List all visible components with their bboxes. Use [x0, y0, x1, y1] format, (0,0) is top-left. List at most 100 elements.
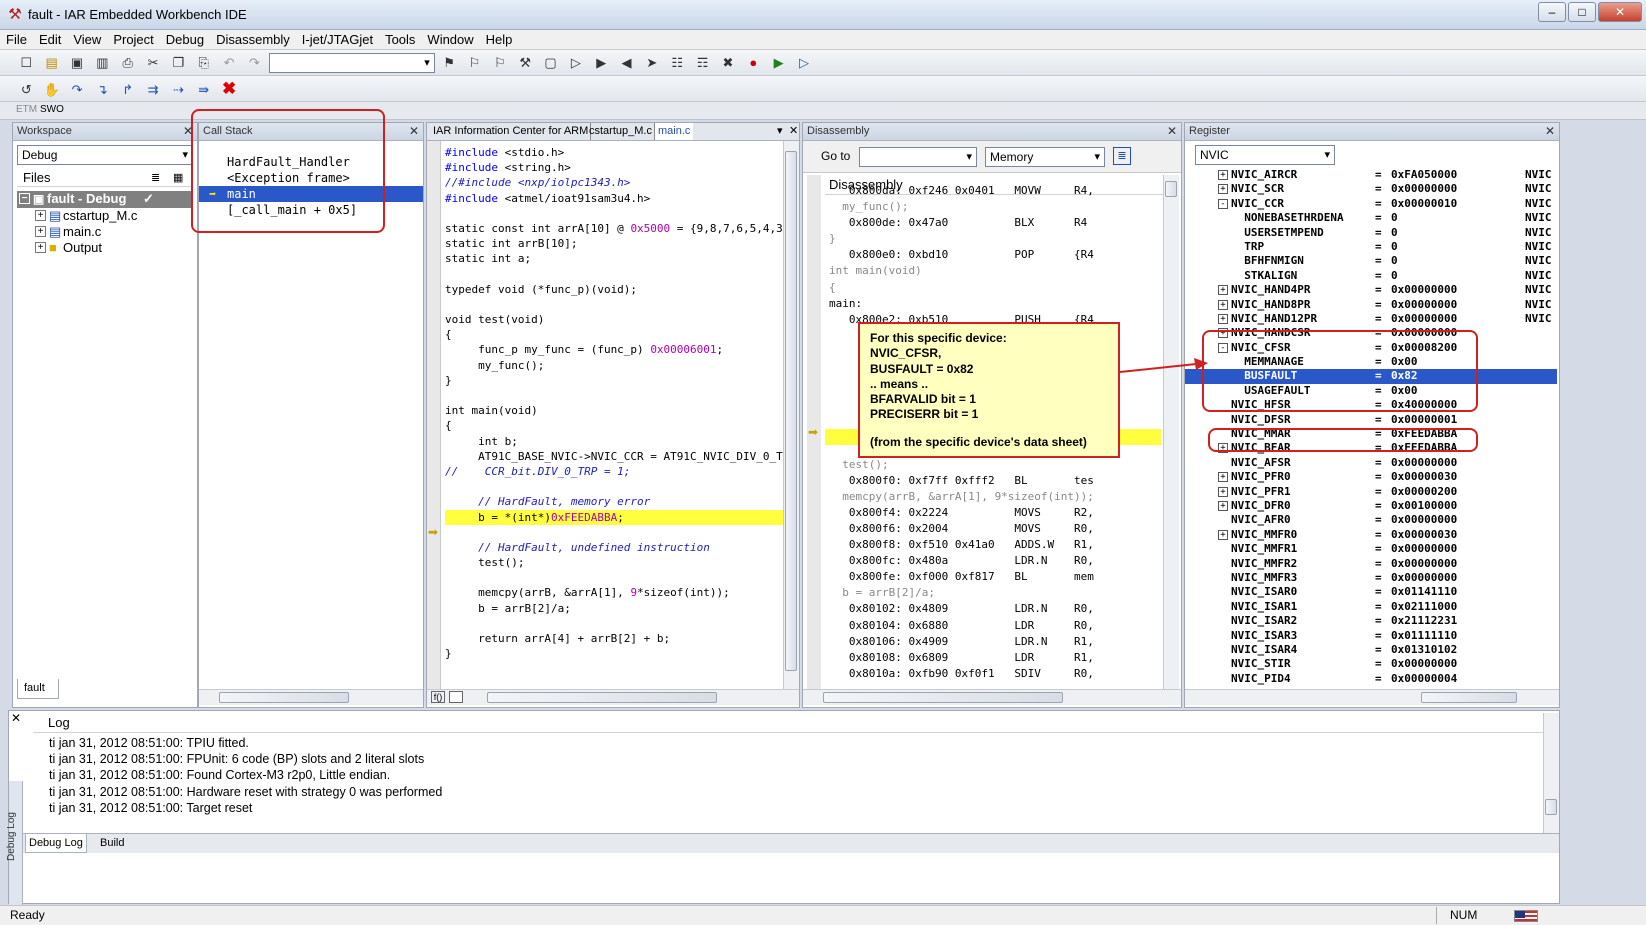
compile-icon[interactable]: ☷	[667, 53, 687, 73]
register-row[interactable]: NVIC_AFSR = 0x00000000	[1185, 456, 1557, 470]
expand-icon[interactable]: +	[1218, 170, 1228, 180]
etm-button[interactable]: ETM	[16, 104, 37, 115]
tree-item-cstartup[interactable]: + ▤ cstartup_M.c	[17, 208, 193, 224]
goto-icon[interactable]: ▢	[541, 53, 561, 73]
register-row[interactable]: NVIC_ISAR3 = 0x01111110	[1185, 629, 1557, 643]
find-prev-icon[interactable]: ⚐	[490, 53, 510, 73]
register-row[interactable]: STKALIGN = 0 NVIC	[1185, 269, 1557, 283]
register-row[interactable]: NVIC_MMFR2 = 0x00000000	[1185, 557, 1557, 571]
register-row[interactable]: + NVIC_HAND8PR = 0x00000000 NVIC	[1185, 298, 1557, 312]
stop-debug-icon[interactable]: ✖	[219, 79, 239, 99]
menu-view[interactable]: View	[67, 30, 107, 50]
horizontal-scrollbar[interactable]: f()	[427, 689, 799, 705]
function-list-icon[interactable]: f()	[431, 691, 445, 703]
register-row[interactable]: + NVIC_HAND4PR = 0x00000000 NVIC	[1185, 283, 1557, 297]
step-into-icon[interactable]: ↴	[92, 80, 112, 100]
workspace-tab-fault[interactable]: fault	[17, 679, 59, 699]
debug-no-download-icon[interactable]: ▷	[794, 53, 814, 73]
menu-edit[interactable]: Edit	[33, 30, 67, 50]
workspace-config-select[interactable]: Debug	[17, 145, 193, 165]
tab-info-center[interactable]: IAR Information Center for ARM	[431, 123, 592, 140]
stop-build-icon[interactable]: ✖	[718, 53, 738, 73]
tab-debug-log[interactable]: Debug Log	[25, 834, 87, 853]
register-row[interactable]: - NVIC_CCR = 0x00000010 NVIC	[1185, 197, 1557, 211]
register-row[interactable]: NVIC_AFR0 = 0x00000000	[1185, 513, 1557, 527]
goto-input[interactable]	[859, 147, 977, 167]
undo-icon[interactable]: ↶	[219, 53, 239, 73]
close-icon[interactable]: ✕	[1545, 123, 1555, 140]
horizontal-scrollbar[interactable]	[803, 689, 1181, 705]
break-icon[interactable]: ✋	[42, 80, 62, 100]
register-group-select[interactable]: NVIC	[1195, 145, 1335, 165]
new-file-icon[interactable]: ☐	[16, 53, 36, 73]
register-row[interactable]: NONEBASETHRDENA = 0 NVIC	[1185, 211, 1557, 225]
expand-icon[interactable]: +	[1218, 500, 1228, 511]
menu-project[interactable]: Project	[107, 30, 159, 50]
expand-icon[interactable]: +	[1218, 299, 1228, 310]
copy-icon[interactable]: ❐	[168, 53, 188, 73]
tab-main-c[interactable]: main.c	[655, 123, 694, 140]
close-icon[interactable]: ✕	[789, 123, 798, 140]
register-row[interactable]: + NVIC_HAND12PR = 0x00000000 NVIC	[1185, 312, 1557, 326]
menu-tools[interactable]: Tools	[379, 30, 421, 50]
menu-help[interactable]: Help	[480, 30, 519, 50]
register-row[interactable]: NVIC_PID4 = 0x00000004	[1185, 672, 1557, 686]
bookmark-icon[interactable]: ▷	[566, 53, 586, 73]
register-row[interactable]: NVIC_MMFR3 = 0x00000000	[1185, 571, 1557, 585]
memory-select[interactable]: Memory	[985, 147, 1105, 167]
close-icon[interactable]: ✕	[409, 123, 419, 140]
register-row[interactable]: + NVIC_SCR = 0x00000000 NVIC	[1185, 182, 1557, 196]
menu-debug[interactable]: Debug	[160, 30, 210, 50]
find-combo[interactable]	[268, 53, 435, 73]
register-row[interactable]: NVIC_STIR = 0x00000000	[1185, 657, 1557, 671]
save-icon[interactable]: ▣	[67, 53, 87, 73]
register-row[interactable]: USERSETMPEND = 0 NVIC	[1185, 226, 1557, 240]
replace-icon[interactable]: ⚒	[515, 53, 535, 73]
minimize-button[interactable]: –	[1538, 2, 1566, 22]
horizontal-scrollbar[interactable]	[199, 689, 423, 705]
breakpoint-icon[interactable]: ●	[743, 53, 763, 73]
vertical-scrollbar[interactable]	[1163, 175, 1179, 689]
tree-item-output[interactable]: + ■ Output	[17, 240, 193, 256]
maximize-button[interactable]: □	[1568, 2, 1596, 22]
print-icon[interactable]: ⎙	[118, 53, 138, 73]
close-icon[interactable]: ✕	[1167, 123, 1177, 140]
next-statement-icon[interactable]: ⇉	[143, 80, 163, 100]
register-row[interactable]: + NVIC_PFR1 = 0x00000200	[1185, 485, 1557, 499]
log-vertical-scrollbar[interactable]	[1543, 713, 1559, 833]
expand-icon[interactable]: +	[1218, 529, 1228, 540]
expand-icon[interactable]: +	[1218, 184, 1228, 195]
collapse-icon[interactable]: −	[19, 193, 30, 204]
files-options-icon[interactable]: ≣	[151, 169, 160, 187]
menu-disassembly[interactable]: Disassembly	[210, 30, 296, 50]
expand-icon[interactable]: +	[1218, 472, 1228, 483]
close-icon[interactable]: ✕	[11, 711, 21, 725]
register-row[interactable]: NVIC_ISAR0 = 0x01141110	[1185, 585, 1557, 599]
tab-build[interactable]: Build	[97, 834, 127, 852]
files-view-icon[interactable]: ▦	[173, 169, 183, 187]
save-all-icon[interactable]: ▥	[92, 53, 112, 73]
tab-list-icon[interactable]: ▾	[777, 123, 783, 140]
expand-icon[interactable]: +	[1218, 486, 1228, 497]
editor-gutter[interactable]: ➡	[427, 141, 441, 689]
menu-window[interactable]: Window	[421, 30, 479, 50]
expand-icon[interactable]: +	[35, 242, 46, 253]
register-row[interactable]: NVIC_MMFR1 = 0x00000000	[1185, 542, 1557, 556]
register-row[interactable]: NVIC_ISAR2 = 0x21112231	[1185, 614, 1557, 628]
tree-item-project[interactable]: − ▣ fault - Debug ✓	[17, 191, 193, 208]
register-row[interactable]: NVIC_ISAR4 = 0x01310102	[1185, 643, 1557, 657]
collapse-icon[interactable]: -	[1218, 198, 1228, 209]
register-row[interactable]: + NVIC_MMFR0 = 0x00000030	[1185, 528, 1557, 542]
redo-icon[interactable]: ↷	[244, 53, 264, 73]
go-icon[interactable]: ⇛	[194, 80, 214, 100]
make-icon[interactable]: ☶	[693, 53, 713, 73]
swo-button[interactable]: SWO	[40, 104, 64, 115]
expand-icon[interactable]: +	[1218, 285, 1228, 296]
vertical-scrollbar[interactable]	[783, 141, 799, 689]
find-icon[interactable]: ⚑	[439, 53, 459, 73]
menu-file[interactable]: File	[0, 30, 33, 50]
register-row[interactable]: BFHFNMIGN = 0 NVIC	[1185, 254, 1557, 268]
expand-icon[interactable]: +	[35, 210, 46, 221]
register-row[interactable]: + NVIC_DFR0 = 0x00100000	[1185, 499, 1557, 513]
open-folder-icon[interactable]: ▤	[42, 53, 62, 73]
